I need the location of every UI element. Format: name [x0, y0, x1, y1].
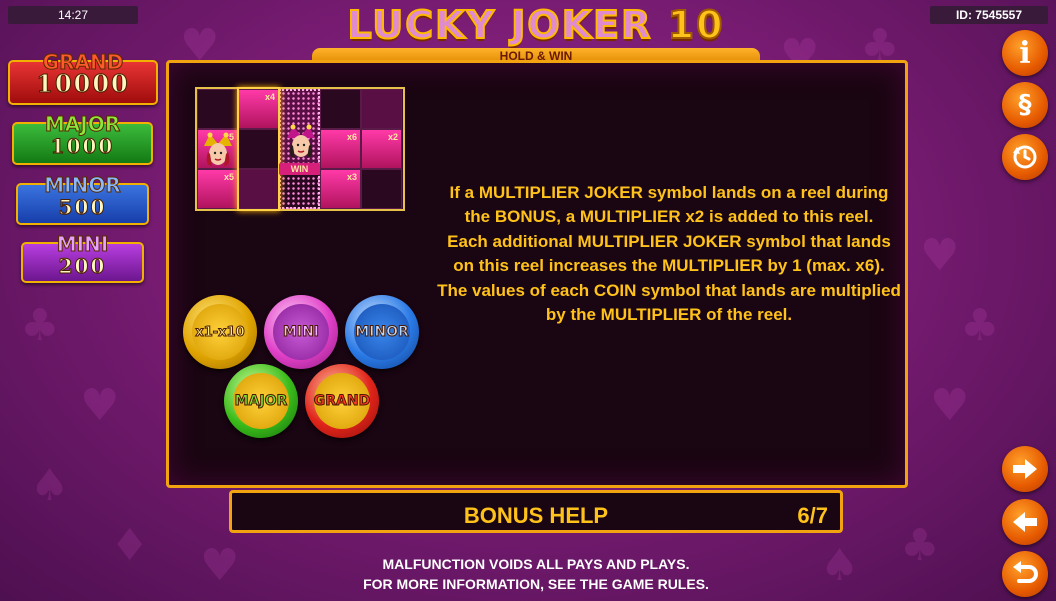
coin-label: x1-x10: [192, 304, 248, 360]
grand-coin: GRAND: [305, 364, 379, 438]
jackpot-major-label: MAJOR: [44, 112, 121, 136]
minor-coin: MINOR: [345, 295, 419, 369]
info-icon: i: [1019, 35, 1031, 71]
jackpot-minor-value: 500: [58, 195, 107, 220]
jackpot-mini-label: MINI: [56, 232, 109, 256]
help-page-counter: 6/7: [797, 503, 828, 528]
coin-label: MINI: [273, 304, 329, 360]
jackpot-minor-label: MINOR: [44, 173, 121, 197]
grid-cell: [320, 89, 361, 129]
arrow-right-icon: [1013, 459, 1037, 479]
jackpot-grand-value: 10000: [36, 69, 130, 98]
history-icon: [1013, 145, 1037, 169]
help-paragraph: The values of each COIN symbol that land…: [437, 280, 901, 325]
grid-multiplier: x5: [223, 172, 234, 182]
game-logo: LUCKY JOKER 10 HOLD & WIN: [312, 2, 760, 64]
help-page-title: BONUS HELP: [463, 503, 609, 528]
session-id: ID: 7545557: [930, 6, 1048, 24]
reel-highlight: [237, 87, 280, 211]
logo-title-text: LUCKY JOKER: [346, 2, 653, 48]
rules-icon: §: [1018, 90, 1032, 120]
next-page-button[interactable]: [1002, 446, 1048, 492]
arrow-left-icon: [1013, 512, 1037, 532]
coin-label: GRAND: [313, 373, 371, 429]
grid-cell: [197, 89, 238, 129]
disclaimer-line: MALFUNCTION VOIDS ALL PAYS AND PLAYS.: [382, 556, 690, 572]
help-description: If a MULTIPLIER JOKER symbol lands on a …: [435, 181, 903, 327]
grid-cell: [361, 169, 402, 209]
grid-cell: x5: [197, 169, 238, 209]
jackpot-major: MAJOR 1000: [12, 114, 153, 165]
jackpot-mini: MINI 200: [21, 234, 144, 283]
jackpot-minor: MINOR 500: [16, 175, 149, 225]
disclaimer-line: FOR MORE INFORMATION, SEE THE GAME RULES…: [363, 576, 709, 592]
mini-coin: MINI: [264, 295, 338, 369]
history-button[interactable]: [1002, 134, 1048, 180]
joker-icon: [199, 131, 237, 169]
jackpot-mini-value: 200: [58, 254, 107, 279]
logo-title: LUCKY JOKER 10: [312, 2, 760, 48]
jackpot-grand: GRAND 10000: [8, 52, 158, 105]
help-panel: x4 x5 x6 x2 x5 x3 WIN x1-x10 MINI MINOR …: [166, 60, 908, 488]
return-to-game-button[interactable]: [1002, 551, 1048, 597]
coin-label: MAJOR: [233, 373, 289, 429]
grid-multiplier: x2: [387, 132, 398, 142]
help-paragraph: Each additional MULTIPLIER JOKER symbol …: [447, 231, 891, 276]
grid-cell: [361, 89, 402, 129]
return-icon: [1013, 561, 1038, 583]
grid-cell: x2: [361, 129, 402, 169]
help-page-bar: BONUS HELP 6/7: [229, 490, 843, 533]
logo-number: 10: [667, 2, 725, 48]
clock: 14:27: [8, 6, 138, 24]
help-paragraph: If a MULTIPLIER JOKER symbol lands on a …: [449, 183, 889, 227]
joker-icon: [282, 123, 320, 161]
win-label: WIN: [279, 163, 320, 175]
rules-button[interactable]: §: [1002, 82, 1048, 128]
grid-cell: x6: [320, 129, 361, 169]
previous-page-button[interactable]: [1002, 499, 1048, 545]
grid-multiplier: x6: [346, 132, 357, 142]
grid-cell: x3: [320, 169, 361, 209]
info-button[interactable]: i: [1002, 30, 1048, 76]
major-coin: MAJOR: [224, 364, 298, 438]
multiplier-coin: x1-x10: [183, 295, 257, 369]
coin-label: MINOR: [354, 304, 410, 360]
example-reel-grid: x4 x5 x6 x2 x5 x3 WIN: [195, 87, 405, 211]
jackpot-major-value: 1000: [50, 134, 115, 159]
grid-multiplier: x3: [346, 172, 357, 182]
